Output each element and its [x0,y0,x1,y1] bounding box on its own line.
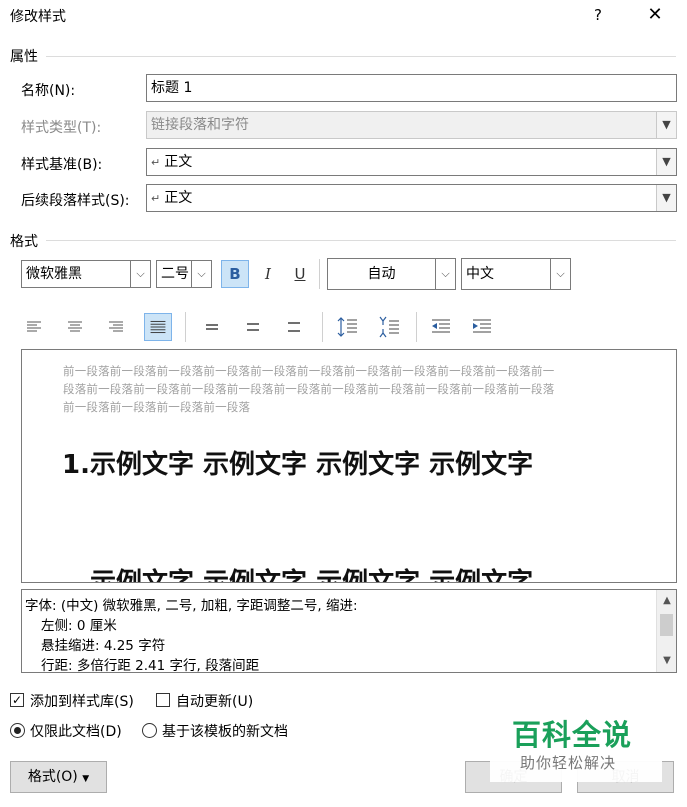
align-left-icon[interactable] [20,313,48,341]
decrease-indent-icon[interactable] [427,313,455,341]
auto-update-label[interactable]: 自动更新(U) [176,691,253,711]
sample-text-line: 1.示例文字 示例文字 示例文字 示例文字 [62,450,534,480]
template-documents-radio[interactable] [142,723,157,738]
description-line: 悬挂缩进: 4.25 字符 [41,638,166,654]
paragraph-return-icon: ↵ [151,156,161,169]
template-documents-label[interactable]: 基于该模板的新文档 [162,721,288,741]
underline-button[interactable]: U [286,260,314,288]
dialog-title: 修改样式 [10,9,66,25]
font-size-select[interactable]: 二号 ⌵ [156,260,212,288]
double-spacing-icon[interactable] [280,313,308,341]
style-base-label: 样式基准(B): [21,157,103,173]
only-this-document-label[interactable]: 仅限此文档(D) [30,721,122,741]
one-half-spacing-icon[interactable] [239,313,267,341]
format-menu-button[interactable]: 格式(O) ▼ [10,761,107,793]
align-center-icon[interactable] [61,313,89,341]
single-spacing-icon[interactable] [198,313,226,341]
paragraph-return-icon: ↵ [151,192,161,205]
chevron-down-icon: ⌵ [191,261,211,287]
only-this-document-radio[interactable] [10,723,25,738]
next-style-label: 后续段落样式(S): [21,193,130,209]
auto-update-checkbox[interactable] [156,693,170,707]
dropdown-caret-icon: ▼ [82,774,90,784]
bold-button[interactable]: B [221,260,249,288]
style-preview: 前一段落前一段落前一段落前一段落前一段落前一段落前一段落前一段落前一段落前一段落… [21,349,677,583]
help-button[interactable]: ? [586,4,610,26]
name-label: 名称(N): [21,83,76,99]
format-divider [46,240,676,241]
toolbar-separator [322,312,323,342]
chevron-down-icon: ▼ [656,149,676,175]
prev-paragraph-line: 前一段落前一段落前一段落前一段落前一段落前一段落前一段落前一段落前一段落前一段落… [63,364,555,378]
style-base-value: 正文 [164,154,193,170]
decrease-spacing-icon[interactable] [376,313,404,341]
watermark-title: 百科全说 [512,718,633,752]
style-base-select[interactable]: ↵ 正文 ▼ [146,148,677,176]
italic-button[interactable]: I [254,260,282,288]
chevron-down-icon: ⌵ [435,259,455,289]
prev-paragraph-line: 前一段落前一段落前一段落前一段落 [63,400,251,414]
scroll-up-icon[interactable]: ▲ [657,592,676,610]
style-type-label: 样式类型(T): [21,120,102,136]
font-name-value: 微软雅黑 [26,266,82,282]
font-color-value: 自动 [367,266,396,282]
style-type-value: 链接段落和字符 [151,117,249,133]
description-scrollbar[interactable]: ▲ ▼ [656,590,676,672]
increase-spacing-icon[interactable] [334,313,362,341]
chevron-down-icon: ▼ [656,185,676,211]
properties-divider [46,56,676,57]
toolbar-separator [185,312,186,342]
prev-paragraph-line: 段落前一段落前一段落前一段落前一段落前一段落前一段落前一段落前一段落前一段落前一… [63,382,555,396]
toolbar-separator [319,259,320,289]
format-section-label: 格式 [10,234,38,250]
description-line: 字体: (中文) 微软雅黑, 二号, 加粗, 字距调整二号, 缩进: [25,598,358,614]
increase-indent-icon[interactable] [468,313,496,341]
scroll-down-icon[interactable]: ▼ [657,652,676,670]
font-size-value: 二号 [161,266,189,282]
watermark: 百科全说 助你轻松解决 [490,700,662,782]
next-style-select[interactable]: ↵ 正文 ▼ [146,184,677,212]
chevron-down-icon: ⌵ [130,261,150,287]
close-button[interactable]: ✕ [642,4,668,26]
add-to-gallery-label[interactable]: 添加到样式库(S) [30,691,134,711]
scrollbar-thumb[interactable] [660,614,673,636]
watermark-subtitle: 助你轻松解决 [520,754,617,772]
font-name-select[interactable]: 微软雅黑 ⌵ [21,260,151,288]
language-value: 中文 [466,266,494,282]
toolbar-separator [416,312,417,342]
description-line: 左侧: 0 厘米 [41,618,117,634]
name-input[interactable]: 标题 1 [146,74,677,102]
chevron-down-icon: ▼ [656,112,676,138]
align-right-icon[interactable] [102,313,130,341]
style-type-select[interactable]: 链接段落和字符 ▼ [146,111,677,139]
description-line: 行距: 多倍行距 2.41 字行, 段落间距 [41,658,260,673]
next-style-value: 正文 [164,190,193,206]
properties-section-label: 属性 [10,49,38,65]
sample-text-line: 示例文字 示例文字 示例文字 示例文字 [90,568,534,583]
font-color-select[interactable]: 自动 ⌵ [327,258,456,290]
align-justify-icon[interactable] [144,313,172,341]
add-to-gallery-checkbox[interactable]: ✓ [10,693,24,707]
chevron-down-icon: ⌵ [550,259,570,289]
format-menu-label: 格式(O) [27,769,78,785]
language-select[interactable]: 中文 ⌵ [461,258,571,290]
style-description: 字体: (中文) 微软雅黑, 二号, 加粗, 字距调整二号, 缩进: 左侧: 0… [21,589,677,673]
